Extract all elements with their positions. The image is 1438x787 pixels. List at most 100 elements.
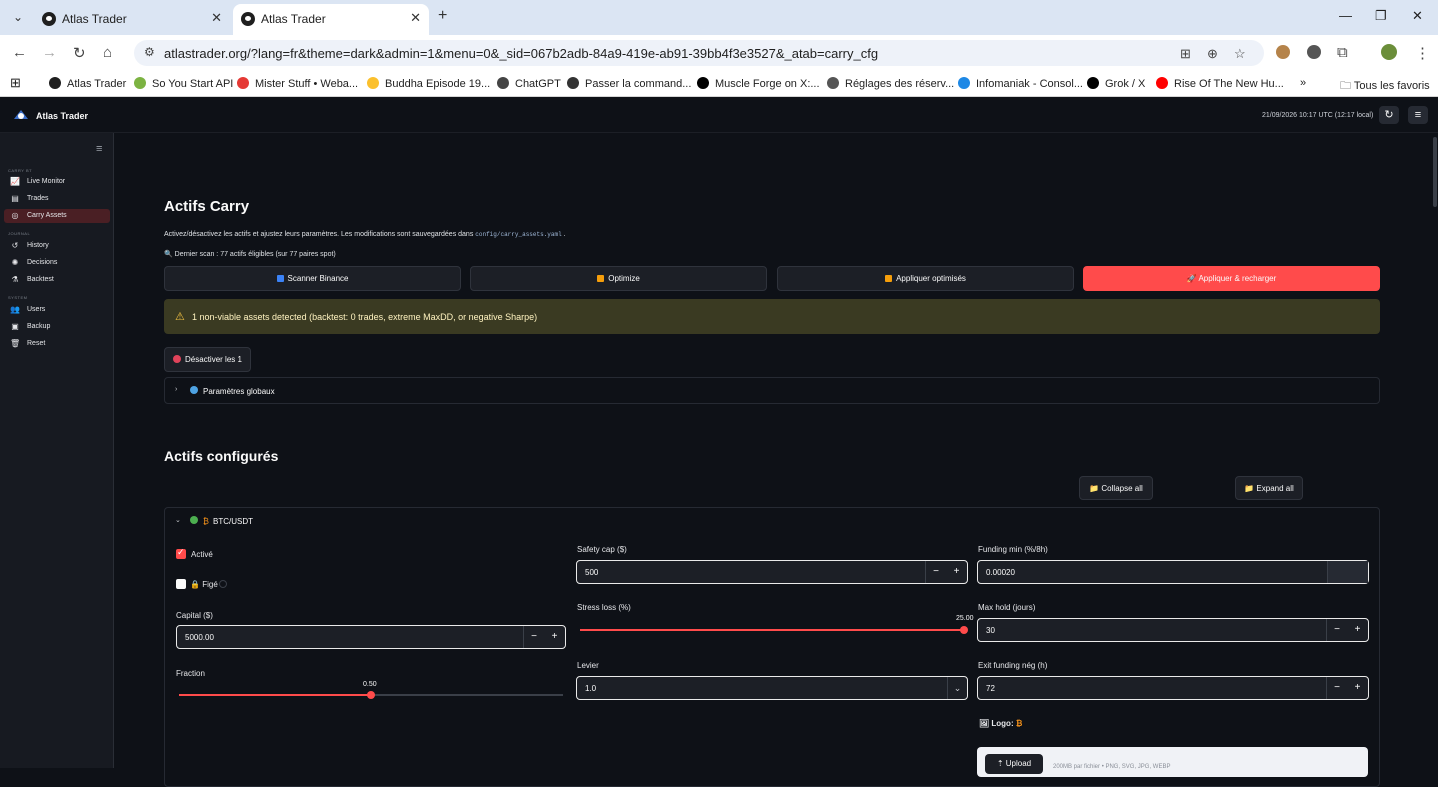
close-tab-icon[interactable]: ✕ — [410, 10, 421, 26]
bookmark-item[interactable]: Réglages des réserv... — [827, 77, 954, 90]
extensions-puzzle-icon[interactable]: ⧉ — [1337, 44, 1348, 61]
restore-icon[interactable]: ❐ — [1375, 8, 1387, 24]
bookmark-item[interactable]: Grok / X — [1087, 77, 1145, 90]
bookmark-item[interactable]: Buddha Episode 19... — [367, 77, 490, 90]
logo-uploader[interactable]: ⇡ Upload 200MB par fichier • PNG, SVG, J… — [977, 747, 1368, 777]
fraction-label: Fraction — [176, 669, 205, 678]
max-hold-input[interactable]: 30 − + — [977, 618, 1369, 642]
home-icon[interactable]: ⌂ — [103, 44, 112, 61]
active-checkbox[interactable] — [176, 547, 186, 559]
chevron-down-icon[interactable]: ⌄ — [947, 677, 967, 699]
extension-cookie-icon[interactable] — [1276, 45, 1290, 59]
decrement-button[interactable]: − — [925, 561, 946, 583]
stress-loss-slider[interactable] — [580, 626, 968, 634]
reload-icon[interactable]: ↻ — [73, 44, 86, 62]
increment-button[interactable]: + — [1347, 619, 1368, 641]
tab-title: Atlas Trader — [62, 12, 127, 26]
zoom-icon[interactable]: ⊕ — [1207, 46, 1218, 62]
browser-tab-1[interactable]: Atlas Trader ✕ — [34, 4, 230, 35]
back-icon[interactable]: ← — [12, 44, 27, 61]
refresh-button[interactable]: ↻ — [1379, 106, 1399, 124]
header-timestamp: 21/09/2026 10:17 UTC (12:17 local) — [1262, 112, 1374, 119]
apply-reload-button[interactable]: 🚀 Appliquer & recharger — [1083, 266, 1380, 291]
frozen-checkbox[interactable] — [176, 579, 186, 589]
sidebar-item-backup[interactable]: ▣ Backup — [4, 320, 110, 334]
sidebar-section-title: JOURNAL — [8, 231, 31, 236]
all-bookmarks[interactable]: 🗀 Tous les favoris — [1340, 77, 1430, 96]
stepper-area[interactable] — [1327, 561, 1368, 583]
sidebar-item-decisions[interactable]: ✺ Decisions — [4, 256, 110, 270]
bookmark-favicon-icon — [49, 77, 61, 89]
browser-menu-icon[interactable]: ⋮ — [1415, 44, 1430, 62]
address-bar[interactable]: ⚙ atlastrader.org/?lang=fr&theme=dark&ad… — [134, 40, 1264, 66]
scan-binance-button[interactable]: Scanner Binance — [164, 266, 461, 291]
sidebar-item-users[interactable]: 👥 Users — [4, 303, 110, 317]
extension-bug-icon[interactable] — [1307, 45, 1321, 59]
bookmark-item[interactable]: Atlas Trader — [49, 77, 126, 90]
optimize-button[interactable]: Optimize — [470, 266, 767, 291]
history-icon: ↺ — [11, 241, 19, 250]
bookmark-item[interactable]: Passer la command... — [567, 77, 691, 90]
decrement-button[interactable]: − — [1326, 677, 1347, 699]
bookmark-item[interactable]: So You Start API — [134, 77, 233, 90]
bookmark-item[interactable]: Mister Stuff • Weba... — [237, 77, 358, 90]
apps-grid-icon[interactable]: ⊞ — [10, 75, 21, 91]
capital-input[interactable]: 5000.00 − + — [176, 625, 566, 649]
sidebar-item-trades[interactable]: ▤ Trades — [4, 192, 110, 206]
decrement-button[interactable]: − — [1326, 619, 1347, 641]
tab-search-button[interactable]: ⌄ — [8, 7, 28, 27]
sidebar-item-live-monitor[interactable]: 📈 Live Monitor — [4, 175, 110, 189]
bookmarks-bar: ⊞ Atlas Trader So You Start API Mister S… — [0, 71, 1438, 97]
globe-icon — [190, 386, 198, 394]
increment-button[interactable]: + — [1347, 677, 1368, 699]
deactivate-button[interactable]: Désactiver les 1 — [164, 347, 251, 372]
slider-knob[interactable] — [367, 691, 375, 699]
bookmark-favicon-icon — [134, 77, 146, 89]
decrement-button[interactable]: − — [523, 626, 544, 648]
url-text[interactable]: atlastrader.org/?lang=fr&theme=dark&admi… — [164, 46, 878, 61]
bookmark-item[interactable]: Rise Of The New Hu... — [1156, 77, 1284, 90]
safety-cap-input[interactable]: 500 − + — [576, 560, 968, 584]
chart-icon — [597, 275, 605, 282]
more-bookmarks[interactable]: » — [1300, 77, 1306, 89]
close-tab-icon[interactable]: ✕ — [211, 10, 222, 26]
bookmark-star-icon[interactable]: ☆ — [1234, 46, 1246, 62]
collapse-all-button[interactable]: 📁 Collapse all — [1079, 476, 1153, 500]
scrollbar-thumb[interactable] — [1433, 137, 1437, 207]
sidebar-item-history[interactable]: ↺ History — [4, 239, 110, 253]
close-window-icon[interactable]: ✕ — [1412, 8, 1423, 24]
expander-header[interactable]: ⌄ ₿ BTC/USDT — [165, 508, 1379, 534]
increment-button[interactable]: + — [544, 626, 565, 648]
sidebar-item-carry-assets[interactable]: ◎ Carry Assets — [4, 209, 110, 223]
funding-min-input[interactable]: 0.00020 — [977, 560, 1369, 584]
upload-button[interactable]: ⇡ Upload — [985, 754, 1043, 774]
increment-button[interactable]: + — [946, 561, 967, 583]
global-params-expander[interactable]: › Paramètres globaux — [164, 377, 1380, 404]
fraction-slider[interactable] — [179, 691, 563, 699]
translate-icon[interactable]: ⊞ — [1180, 46, 1191, 62]
minimize-icon[interactable]: — — [1339, 8, 1352, 23]
help-icon[interactable] — [219, 580, 227, 588]
flask-icon: ⚗ — [11, 275, 19, 284]
bookmark-item[interactable]: ChatGPT — [497, 77, 561, 90]
apply-optimized-button[interactable]: Appliquer optimisés — [777, 266, 1074, 291]
expander-header[interactable]: › Paramètres globaux — [165, 378, 1379, 404]
exit-funding-input[interactable]: 72 − + — [977, 676, 1369, 700]
menu-button[interactable]: ≡ — [1408, 106, 1428, 124]
new-tab-icon[interactable]: + — [438, 7, 447, 25]
safety-cap-label: Safety cap ($) — [577, 545, 627, 554]
slider-knob[interactable] — [960, 626, 968, 634]
sidebar-collapse-icon[interactable]: ≡ — [96, 143, 102, 155]
bookmark-item[interactable]: Muscle Forge on X:... — [697, 77, 820, 90]
sidebar-item-reset[interactable]: 🗑 Reset — [4, 337, 110, 351]
page-scrollbar[interactable] — [1432, 133, 1438, 768]
forward-icon[interactable]: → — [42, 44, 57, 61]
bookmark-favicon-icon — [958, 77, 970, 89]
leverage-select[interactable]: 1.0 ⌄ — [576, 676, 968, 700]
site-info-icon[interactable]: ⚙ — [144, 45, 155, 59]
expand-all-button[interactable]: 📁 Expand all — [1235, 476, 1303, 500]
sidebar-item-backtest[interactable]: ⚗ Backtest — [4, 273, 110, 287]
browser-tab-2-active[interactable]: Atlas Trader ✕ — [233, 4, 429, 35]
bookmark-item[interactable]: Infomaniak - Consol... — [958, 77, 1083, 90]
profile-avatar[interactable] — [1381, 44, 1397, 60]
